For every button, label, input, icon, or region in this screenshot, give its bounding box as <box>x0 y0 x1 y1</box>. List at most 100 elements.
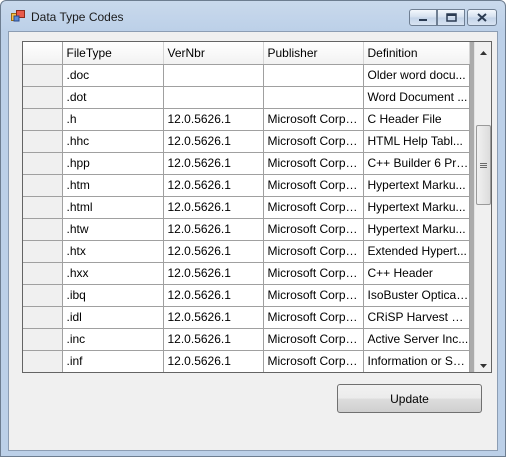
table-row[interactable]: .htm 12.0.5626.1 Microsoft Corpora... Hyper… <box>23 174 470 197</box>
table-row[interactable]: .dot Word Document ... <box>23 86 470 109</box>
column-header-vernbr[interactable]: VerNbr <box>163 42 264 65</box>
definition-cell[interactable]: C++ Builder 6 Pro... <box>363 152 470 175</box>
filetype-cell[interactable]: .htw <box>62 218 164 241</box>
filetype-cell[interactable]: .hhc <box>62 130 164 153</box>
definition-cell[interactable]: Hypertext Marku... <box>363 196 470 219</box>
vernbr-cell[interactable]: 12.0.5626.1 <box>163 306 264 329</box>
table-row[interactable]: .inc 12.0.5626.1 Microsoft Corpora... Activ… <box>23 328 470 351</box>
filetype-cell[interactable]: .idl <box>62 306 164 329</box>
filetype-cell[interactable]: .html <box>62 196 164 219</box>
table-row[interactable]: .inf 12.0.5626.1 Microsoft Corpora... Infor… <box>23 350 470 372</box>
table-row[interactable]: .hhc 12.0.5626.1 Microsoft Corpora... HTML … <box>23 130 470 153</box>
table-row[interactable]: .hxx 12.0.5626.1 Microsoft Corpora... C++ H… <box>23 262 470 285</box>
vernbr-cell[interactable]: 12.0.5626.1 <box>163 328 264 351</box>
vernbr-cell[interactable]: 12.0.5626.1 <box>163 240 264 263</box>
publisher-cell[interactable]: Microsoft Corpora... <box>263 152 364 175</box>
publisher-cell[interactable]: Microsoft Corpora... <box>263 262 364 285</box>
row-header-cell[interactable] <box>23 306 63 329</box>
row-header-cell[interactable] <box>23 64 63 87</box>
column-header-definition[interactable]: Definition <box>363 42 470 65</box>
filetype-cell[interactable]: .inf <box>62 350 164 372</box>
filetype-cell[interactable]: .inc <box>62 328 164 351</box>
row-header-cell[interactable] <box>23 284 63 307</box>
table-row[interactable]: .idl 12.0.5626.1 Microsoft Corpora... CRiSP… <box>23 306 470 329</box>
vernbr-cell[interactable]: 12.0.5626.1 <box>163 284 264 307</box>
close-button[interactable] <box>467 9 497 26</box>
minimize-button[interactable] <box>409 9 437 26</box>
row-header-cell[interactable] <box>23 130 63 153</box>
row-header-cell[interactable] <box>23 262 63 285</box>
publisher-cell[interactable]: Microsoft Corpora... <box>263 284 364 307</box>
publisher-cell[interactable] <box>263 64 364 87</box>
column-header-filetype[interactable]: FileType <box>62 42 164 65</box>
row-header-cell[interactable] <box>23 328 63 351</box>
publisher-cell[interactable]: Microsoft Corpora... <box>263 350 364 372</box>
table-row[interactable]: .htx 12.0.5626.1 Microsoft Corpora... Exten… <box>23 240 470 263</box>
publisher-cell[interactable]: Microsoft Corpora... <box>263 306 364 329</box>
vernbr-cell[interactable]: 12.0.5626.1 <box>163 152 264 175</box>
maximize-button[interactable] <box>437 9 465 26</box>
data-grid[interactable]: FileType VerNbr Publisher Definition .do… <box>22 41 492 373</box>
filetype-cell[interactable]: .doc <box>62 64 164 87</box>
title-bar[interactable]: Data Type Codes <box>1 1 505 31</box>
publisher-cell[interactable]: Microsoft Corpora... <box>263 130 364 153</box>
table-row[interactable]: .doc Older word docu... <box>23 64 470 87</box>
filetype-cell[interactable]: .htx <box>62 240 164 263</box>
filetype-cell[interactable]: .h <box>62 108 164 131</box>
row-header-cell[interactable] <box>23 108 63 131</box>
definition-cell[interactable]: Word Document ... <box>363 86 470 109</box>
definition-cell[interactable]: Older word docu... <box>363 64 470 87</box>
publisher-cell[interactable]: Microsoft Corpora... <box>263 174 364 197</box>
vernbr-cell[interactable]: 12.0.5626.1 <box>163 108 264 131</box>
publisher-cell[interactable]: Microsoft Corpora... <box>263 218 364 241</box>
vernbr-cell[interactable]: 12.0.5626.1 <box>163 262 264 285</box>
definition-cell[interactable]: Extended Hypert... <box>363 240 470 263</box>
scroll-up-button[interactable] <box>475 42 491 59</box>
row-header-cell[interactable] <box>23 174 63 197</box>
publisher-cell[interactable]: Microsoft Corpora... <box>263 328 364 351</box>
definition-cell[interactable]: Hypertext Marku... <box>363 218 470 241</box>
publisher-cell[interactable]: Microsoft Corpora... <box>263 196 364 219</box>
vernbr-cell[interactable]: 12.0.5626.1 <box>163 196 264 219</box>
table-row[interactable]: .html 12.0.5626.1 Microsoft Corpora... Hype… <box>23 196 470 219</box>
definition-cell[interactable]: C++ Header <box>363 262 470 285</box>
table-row[interactable]: .htw 12.0.5626.1 Microsoft Corpora... Hyper… <box>23 218 470 241</box>
row-header-cell[interactable] <box>23 152 63 175</box>
vernbr-cell[interactable]: 12.0.5626.1 <box>163 218 264 241</box>
corner-header-cell[interactable] <box>23 42 63 65</box>
publisher-cell[interactable]: Microsoft Corpora... <box>263 108 364 131</box>
update-button[interactable]: Update <box>337 384 482 413</box>
definition-cell[interactable]: CRiSP Harvest File <box>363 306 470 329</box>
definition-cell[interactable]: HTML Help Tabl... <box>363 130 470 153</box>
scroll-down-button[interactable] <box>475 355 491 372</box>
vernbr-cell[interactable]: 12.0.5626.1 <box>163 350 264 372</box>
filetype-cell[interactable]: .hpp <box>62 152 164 175</box>
window-title: Data Type Codes <box>31 10 124 24</box>
filetype-cell[interactable]: .dot <box>62 86 164 109</box>
vernbr-cell[interactable]: 12.0.5626.1 <box>163 130 264 153</box>
table-row[interactable]: .ibq 12.0.5626.1 Microsoft Corpora... IsoBu… <box>23 284 470 307</box>
row-header-cell[interactable] <box>23 240 63 263</box>
definition-cell[interactable]: Active Server Inc... <box>363 328 470 351</box>
vernbr-cell[interactable]: 12.0.5626.1 <box>163 174 264 197</box>
filetype-cell[interactable]: .ibq <box>62 284 164 307</box>
filetype-cell[interactable]: .hxx <box>62 262 164 285</box>
row-header-cell[interactable] <box>23 350 63 372</box>
vernbr-cell[interactable] <box>163 64 264 87</box>
publisher-cell[interactable] <box>263 86 364 109</box>
definition-cell[interactable]: IsoBuster Optical ... <box>363 284 470 307</box>
scrollbar-thumb[interactable] <box>476 125 491 205</box>
column-header-publisher[interactable]: Publisher <box>263 42 364 65</box>
table-row[interactable]: .hpp 12.0.5626.1 Microsoft Corpora... C++ B… <box>23 152 470 175</box>
definition-cell[interactable]: Hypertext Marku... <box>363 174 470 197</box>
table-row[interactable]: .h 12.0.5626.1 Microsoft Corpora... C Heade… <box>23 108 470 131</box>
row-header-cell[interactable] <box>23 196 63 219</box>
publisher-cell[interactable]: Microsoft Corpora... <box>263 240 364 263</box>
definition-cell[interactable]: Information or Set... <box>363 350 470 372</box>
vernbr-cell[interactable] <box>163 86 264 109</box>
row-header-cell[interactable] <box>23 86 63 109</box>
definition-cell[interactable]: C Header File <box>363 108 470 131</box>
vertical-scrollbar[interactable] <box>474 42 491 372</box>
row-header-cell[interactable] <box>23 218 63 241</box>
filetype-cell[interactable]: .htm <box>62 174 164 197</box>
